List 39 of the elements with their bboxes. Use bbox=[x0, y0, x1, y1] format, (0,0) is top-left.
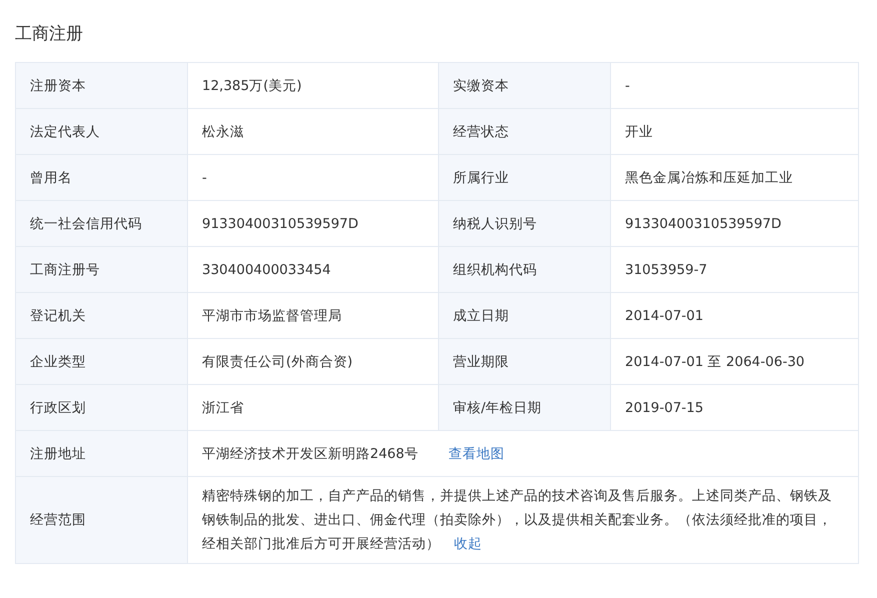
field-value: 31053959-7 bbox=[625, 262, 708, 278]
field-label: 营业期限 bbox=[453, 352, 509, 370]
field-value: 浙江省 bbox=[202, 398, 244, 416]
field-label: 审核/年检日期 bbox=[453, 398, 542, 416]
section-title: 工商注册 bbox=[15, 23, 83, 45]
field-value: 黑色金属冶炼和压延加工业 bbox=[625, 168, 793, 186]
field-value: 2019-07-15 bbox=[625, 400, 704, 416]
field-label: 企业类型 bbox=[30, 352, 86, 370]
field-value: 松永滋 bbox=[202, 122, 244, 140]
field-label: 登记机关 bbox=[30, 306, 86, 324]
field-value: 开业 bbox=[625, 122, 653, 140]
field-label: 实缴资本 bbox=[453, 76, 509, 94]
field-label: 组织机构代码 bbox=[453, 260, 537, 278]
field-label: 注册地址 bbox=[30, 444, 86, 462]
field-value: 平湖经济技术开发区新明路2468号 bbox=[202, 444, 418, 462]
field-value: 91330400310539597D bbox=[625, 216, 782, 232]
field-label: 法定代表人 bbox=[30, 122, 100, 140]
field-value: 精密特殊钢的加工，自产产品的销售，并提供上述产品的技术咨询及售后服务。上述同类产品、钢铁及钢铁制品的批发、进出口、佣金代理（拍卖除外），以及提供相关配套业务。（依法须经批准的项目，经相关部门批准后方可开展经营活动） 收起 bbox=[202, 487, 833, 554]
collapse-link[interactable]: 收起 bbox=[454, 536, 482, 552]
field-value: - bbox=[202, 170, 207, 186]
field-label: 行政区划 bbox=[30, 398, 86, 416]
field-value: 平湖市市场监督管理局 bbox=[202, 306, 342, 324]
field-value: - bbox=[625, 78, 630, 94]
field-label: 曾用名 bbox=[30, 168, 72, 186]
field-value: 330400400033454 bbox=[202, 262, 331, 278]
field-label: 成立日期 bbox=[453, 306, 509, 324]
field-value: 2014-07-01 bbox=[625, 308, 704, 324]
field-label: 统一社会信用代码 bbox=[30, 214, 142, 232]
field-label: 经营范围 bbox=[30, 511, 86, 529]
field-label: 所属行业 bbox=[453, 168, 509, 186]
field-value: 12,385万(美元) bbox=[202, 76, 302, 94]
map-link[interactable]: 查看地图 bbox=[448, 444, 504, 462]
field-label: 纳税人识别号 bbox=[453, 214, 537, 232]
field-value: 有限责任公司(外商合资) bbox=[202, 352, 353, 370]
field-value: 91330400310539597D bbox=[202, 216, 358, 232]
field-value: 2014-07-01 至 2064-06-30 bbox=[625, 352, 804, 370]
field-label: 工商注册号 bbox=[30, 260, 100, 278]
field-label: 经营状态 bbox=[453, 122, 509, 140]
field-label: 注册资本 bbox=[30, 76, 86, 94]
